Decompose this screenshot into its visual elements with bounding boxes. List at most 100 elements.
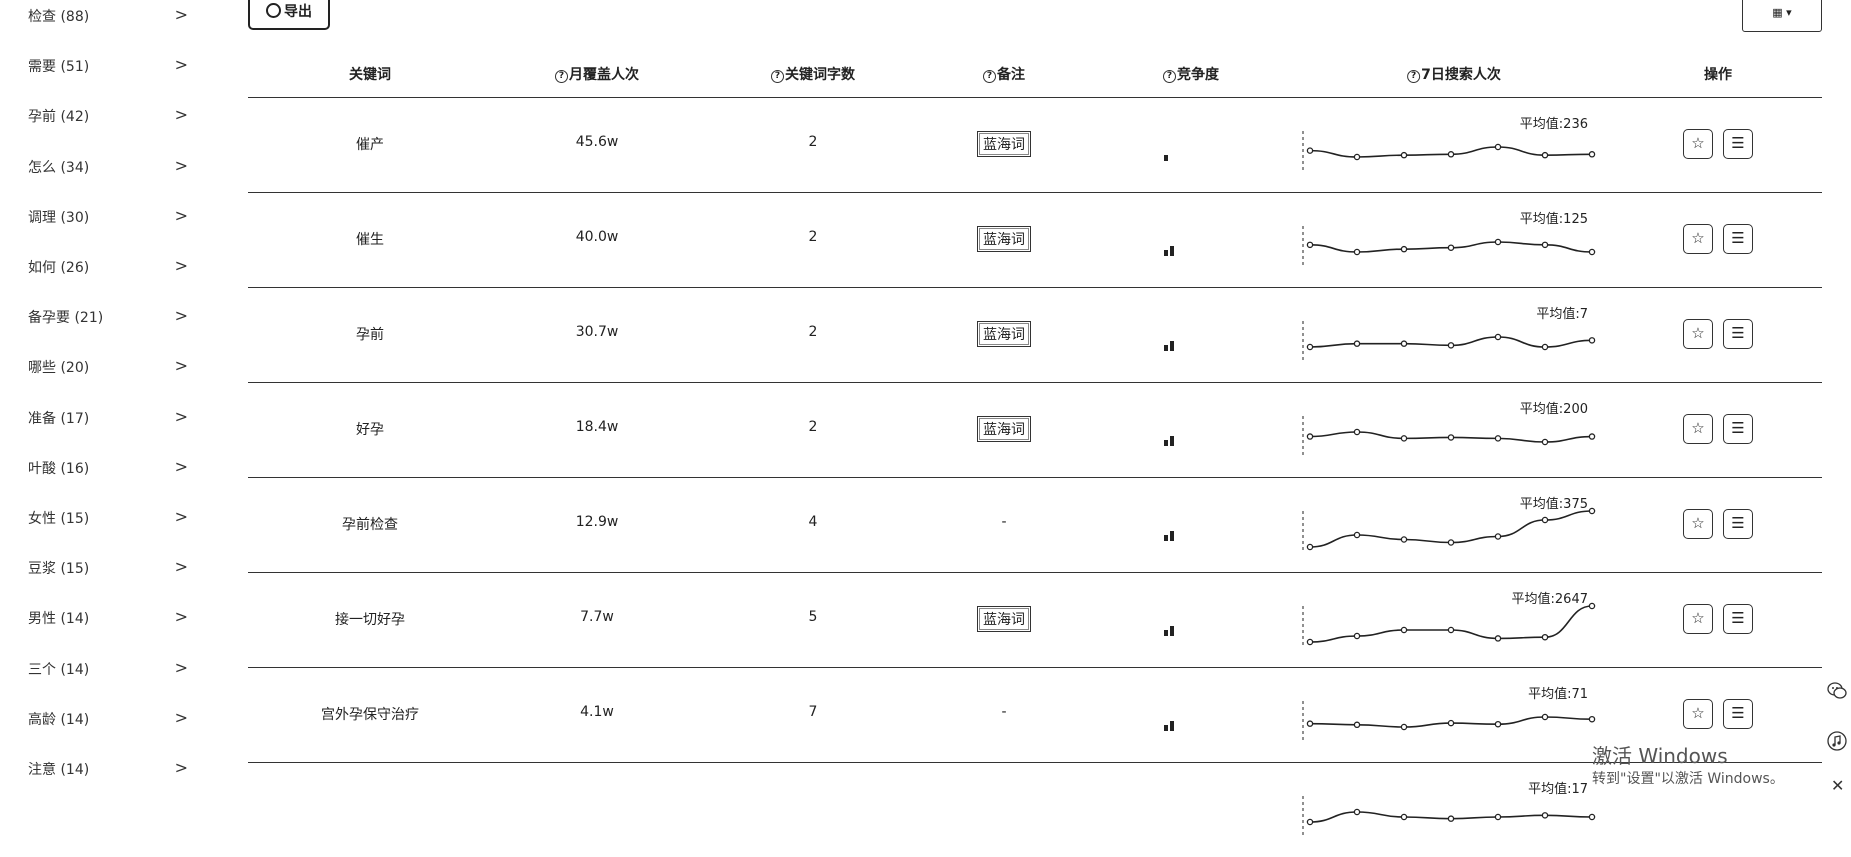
sidebar-item[interactable]: 怎么 (34) > [28, 151, 188, 181]
favorite-button[interactable]: ☆ [1683, 509, 1713, 539]
trend-point [1588, 602, 1596, 610]
details-button[interactable]: ☰ [1723, 319, 1753, 349]
blue-ocean-tag: 蓝海词 [977, 131, 1031, 157]
details-button[interactable]: ☰ [1723, 129, 1753, 159]
sidebar-item[interactable]: 孕前 (42) > [28, 100, 188, 130]
chevron-right-icon: > [174, 306, 188, 326]
trend-point [1306, 343, 1314, 351]
competition-bar [1170, 531, 1174, 541]
details-button[interactable]: ☰ [1723, 414, 1753, 444]
monthly-coverage-cell: 30.7w [575, 324, 619, 340]
trend-point [1353, 721, 1361, 729]
help-icon[interactable]: ? [1163, 70, 1176, 83]
favorite-button[interactable]: ☆ [1683, 319, 1713, 349]
sidebar-item-label: 女性 (15) [28, 511, 90, 527]
trend-point [1400, 813, 1408, 821]
star-icon: ☆ [1691, 324, 1705, 342]
table-row: 催产 45.6w 2 蓝海词 平均值:236 ☆ ☰ [248, 97, 1822, 193]
favorite-button[interactable]: ☆ [1683, 224, 1713, 254]
trend-point [1494, 635, 1502, 642]
sidebar-item[interactable]: 准备 (17) > [28, 402, 188, 432]
sidebar-item[interactable]: 注意 (14) > [28, 753, 188, 783]
competition-bar [1164, 440, 1168, 446]
sidebar-item[interactable]: 男性 (14) > [28, 602, 188, 632]
trend-line [1309, 605, 1593, 643]
header-competition: ? 竞争度 [1163, 64, 1219, 84]
trend-point [1306, 543, 1314, 551]
favorite-button[interactable]: ☆ [1683, 699, 1713, 729]
sidebar-item[interactable]: 调理 (30) > [28, 201, 188, 231]
header-keyword: 关键词 [349, 64, 391, 84]
sidebar-item[interactable]: 检查 (88) > [28, 0, 188, 30]
sidebar-item-label: 叶酸 (16) [28, 460, 90, 477]
details-button[interactable]: ☰ [1723, 224, 1753, 254]
trend-point [1353, 153, 1361, 161]
view-switch-button[interactable]: ▦ ▾ [1742, 0, 1822, 32]
trend-point [1306, 720, 1314, 727]
sidebar-item[interactable]: 豆浆 (15) > [28, 552, 188, 582]
sidebar-item[interactable]: 哪些 (20) > [28, 351, 188, 381]
trend-sparkline: 平均值:71 [1296, 667, 1596, 762]
header-remark-label: 备注 [997, 67, 1025, 83]
keyword-cell: 宫外孕保守治疗 [321, 707, 419, 723]
favorite-button[interactable]: ☆ [1683, 129, 1713, 159]
chevron-right-icon: > [174, 707, 188, 727]
trend-point [1306, 433, 1314, 440]
export-icon [266, 3, 281, 18]
activate-windows-title: 激活 Windows [1592, 744, 1728, 768]
trend-point [1400, 340, 1408, 347]
blue-ocean-tag: 蓝海词 [977, 321, 1031, 347]
help-icon[interactable]: ? [555, 70, 568, 83]
trend-sparkline: 平均值:236 [1296, 97, 1596, 192]
details-button[interactable]: ☰ [1723, 509, 1753, 539]
competition-bars-icon [1164, 149, 1178, 165]
keyword-cell: 催生 [356, 232, 384, 248]
sidebar-item[interactable]: 三个 (14) > [28, 653, 188, 683]
sidebar-item[interactable]: 如何 (26) > [28, 251, 188, 281]
help-icon[interactable]: ? [983, 70, 996, 83]
monthly-coverage-cell: 7.7w [580, 609, 614, 625]
details-button[interactable]: ☰ [1723, 604, 1753, 634]
trend-point [1541, 151, 1549, 159]
competition-bar [1164, 725, 1168, 731]
list-icon: ☰ [1731, 609, 1745, 627]
table-row: 催生 40.0w 2 蓝海词 平均值:125 ☆ ☰ [248, 192, 1822, 288]
music-icon[interactable] [1826, 730, 1848, 752]
sidebar-item[interactable]: 女性 (15) > [28, 502, 188, 532]
close-icon[interactable]: ✕ [1831, 776, 1844, 795]
trend-point [1447, 151, 1455, 158]
trend-point [1541, 516, 1549, 524]
sidebar-item-label: 需要 (51) [28, 59, 90, 76]
keyword-cell: 好孕 [356, 422, 384, 438]
sidebar-item[interactable]: 需要 (51) > [28, 50, 188, 80]
competition-bar [1164, 250, 1168, 256]
monthly-coverage-cell: 40.0w [575, 229, 619, 245]
details-button[interactable]: ☰ [1723, 699, 1753, 729]
sidebar-item[interactable]: 叶酸 (16) > [28, 452, 188, 482]
favorite-button[interactable]: ☆ [1683, 604, 1713, 634]
chevron-right-icon: > [174, 356, 188, 376]
sidebar-item[interactable]: 高龄 (14) > [28, 703, 188, 733]
keyword-length-cell: 2 [808, 324, 818, 340]
sidebar-item[interactable]: 备孕要 (21) > [28, 301, 188, 331]
star-icon: ☆ [1691, 704, 1705, 722]
trend-point [1306, 638, 1314, 646]
trend-point [1588, 248, 1596, 256]
help-icon[interactable]: ? [1407, 70, 1421, 83]
wechat-icon[interactable] [1826, 680, 1848, 702]
keyword-cell: 孕前检查 [342, 517, 398, 533]
header-chars: ? 关键词字数 [771, 64, 855, 84]
help-icon[interactable]: ? [771, 70, 784, 83]
table-header: 关键词 ? 月覆盖人次 ? 关键词字数 ? 备注 ? 竞争度 ? 7日搜索人次 操作 [248, 50, 1822, 98]
trend-point [1306, 241, 1314, 249]
chevron-right-icon: > [174, 256, 188, 275]
trend-point [1447, 815, 1455, 822]
export-button[interactable]: 导出 [248, 0, 330, 30]
header-competition-label: 竞争度 [1177, 67, 1219, 83]
header-trend-label: 7日搜索人次 [1421, 67, 1501, 83]
chevron-right-icon: > [174, 557, 188, 577]
header-actions: 操作 [1704, 64, 1732, 84]
header-actions-label: 操作 [1704, 67, 1732, 83]
keyword-cell: 接一切好孕 [335, 612, 405, 628]
favorite-button[interactable]: ☆ [1683, 414, 1713, 444]
